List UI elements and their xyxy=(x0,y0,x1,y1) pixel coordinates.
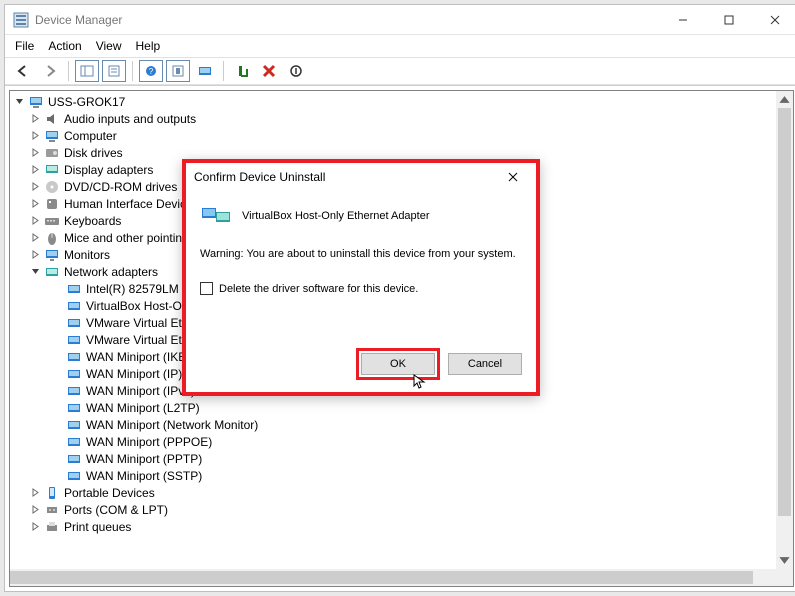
ok-button[interactable]: OK xyxy=(361,353,435,375)
horizontal-scrollbar[interactable] xyxy=(10,569,776,586)
chevron-right-icon[interactable] xyxy=(28,146,42,160)
close-button[interactable] xyxy=(752,5,795,35)
uninstall-button[interactable] xyxy=(257,60,281,82)
delete-driver-label: Delete the driver software for this devi… xyxy=(219,283,418,295)
device-manager-window: Device Manager File Action View Help ? U… xyxy=(4,4,795,592)
checkbox-box-icon xyxy=(200,282,213,295)
tree-category[interactable]: Computer xyxy=(10,127,776,144)
tree-device[interactable]: WAN Miniport (Network Monitor) xyxy=(10,416,776,433)
menu-action[interactable]: Action xyxy=(48,39,81,53)
chevron-right-icon[interactable] xyxy=(28,163,42,177)
dialog-title: Confirm Device Uninstall xyxy=(194,170,325,184)
chevron-right-icon[interactable] xyxy=(28,248,42,262)
properties-button[interactable] xyxy=(102,60,126,82)
root-icon xyxy=(28,94,44,110)
network-adapter-icon xyxy=(200,200,232,232)
chevron-down-icon[interactable] xyxy=(12,95,26,109)
keyboard-icon xyxy=(44,213,60,229)
dvd-icon xyxy=(44,179,60,195)
netchild-icon xyxy=(66,434,82,450)
scroll-up-icon[interactable] xyxy=(776,91,793,108)
tree-device[interactable]: WAN Miniport (L2TP) xyxy=(10,399,776,416)
display-icon xyxy=(44,162,60,178)
help-button[interactable]: ? xyxy=(139,60,163,82)
menu-file[interactable]: File xyxy=(15,39,34,53)
show-hide-tree-button[interactable] xyxy=(75,60,99,82)
scroll-down-icon[interactable] xyxy=(776,552,793,569)
netchild-icon xyxy=(66,468,82,484)
dialog-device-name: VirtualBox Host-Only Ethernet Adapter xyxy=(242,210,430,222)
chevron-right-icon[interactable] xyxy=(28,520,42,534)
chevron-right-icon[interactable] xyxy=(28,486,42,500)
menu-help[interactable]: Help xyxy=(136,39,161,53)
app-icon xyxy=(13,12,29,28)
dialog-warning-text: Warning: You are about to uninstall this… xyxy=(200,248,522,260)
netchild-icon xyxy=(66,332,82,348)
dialog-body: VirtualBox Host-Only Ethernet Adapter Wa… xyxy=(186,190,536,347)
network-icon xyxy=(44,264,60,280)
dialog-close-button[interactable] xyxy=(498,166,528,188)
minimize-button[interactable] xyxy=(660,5,706,35)
chevron-right-icon[interactable] xyxy=(28,112,42,126)
maximize-button[interactable] xyxy=(706,5,752,35)
svg-text:?: ? xyxy=(149,67,154,76)
menu-view[interactable]: View xyxy=(96,39,122,53)
tree-category[interactable]: Audio inputs and outputs xyxy=(10,110,776,127)
tree-root[interactable]: USS-GROK17 xyxy=(10,93,776,110)
netchild-icon xyxy=(66,349,82,365)
action-button[interactable] xyxy=(166,60,190,82)
portable-icon xyxy=(44,485,60,501)
audio-icon xyxy=(44,111,60,127)
netchild-icon xyxy=(66,298,82,314)
netchild-icon xyxy=(66,383,82,399)
toolbar: ? xyxy=(5,57,795,85)
forward-button[interactable] xyxy=(38,60,62,82)
scrollbar-corner xyxy=(776,569,793,586)
chevron-right-icon[interactable] xyxy=(28,180,42,194)
vertical-scroll-thumb[interactable] xyxy=(778,108,791,516)
tree-device[interactable]: WAN Miniport (SSTP) xyxy=(10,467,776,484)
netchild-icon xyxy=(66,417,82,433)
chevron-right-icon[interactable] xyxy=(28,197,42,211)
netchild-icon xyxy=(66,281,82,297)
computer-icon xyxy=(44,128,60,144)
menubar: File Action View Help xyxy=(5,35,795,57)
tree-device[interactable]: WAN Miniport (PPPOE) xyxy=(10,433,776,450)
cancel-button[interactable]: Cancel xyxy=(448,353,522,375)
back-button[interactable] xyxy=(11,60,35,82)
tree-category[interactable]: Portable Devices xyxy=(10,484,776,501)
chevron-right-icon[interactable] xyxy=(28,503,42,517)
vertical-scrollbar[interactable] xyxy=(776,91,793,569)
disk-icon xyxy=(44,145,60,161)
delete-driver-checkbox[interactable]: Delete the driver software for this devi… xyxy=(200,282,522,295)
ports-icon xyxy=(44,502,60,518)
tree-device[interactable]: WAN Miniport (PPTP) xyxy=(10,450,776,467)
mouse-icon xyxy=(44,230,60,246)
netchild-icon xyxy=(66,400,82,416)
netchild-icon xyxy=(66,315,82,331)
print-icon xyxy=(44,519,60,535)
chevron-right-icon[interactable] xyxy=(28,214,42,228)
window-title: Device Manager xyxy=(35,13,122,27)
monitor-icon xyxy=(44,247,60,263)
confirm-uninstall-dialog: Confirm Device Uninstall VirtualBox Host… xyxy=(182,159,540,396)
scan-hardware-button[interactable] xyxy=(193,60,217,82)
dialog-titlebar: Confirm Device Uninstall xyxy=(186,163,536,190)
titlebar: Device Manager xyxy=(5,5,795,35)
netchild-icon xyxy=(66,366,82,382)
chevron-down-icon[interactable] xyxy=(28,265,42,279)
chevron-right-icon[interactable] xyxy=(28,231,42,245)
ok-button-highlight: OK xyxy=(356,348,440,380)
tree-category[interactable]: Ports (COM & LPT) xyxy=(10,501,776,518)
netchild-icon xyxy=(66,451,82,467)
update-driver-button[interactable] xyxy=(230,60,254,82)
dialog-actions: OK Cancel xyxy=(186,347,536,392)
disable-button[interactable] xyxy=(284,60,308,82)
tree-category[interactable]: Print queues xyxy=(10,518,776,535)
chevron-right-icon[interactable] xyxy=(28,129,42,143)
hid-icon xyxy=(44,196,60,212)
horizontal-scroll-thumb[interactable] xyxy=(10,571,753,584)
